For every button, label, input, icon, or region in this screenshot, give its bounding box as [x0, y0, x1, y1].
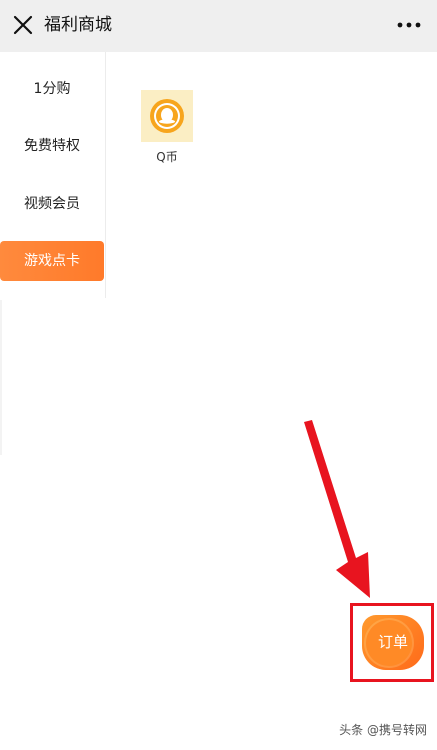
sidebar-item-label: 1分购 [33, 81, 71, 97]
order-button[interactable]: 订单 [362, 615, 424, 670]
sidebar-item-label: 游戏点卡 [24, 253, 80, 269]
red-arrow-annotation [304, 420, 370, 598]
welfare-mall-page: 福利商城 1分购 免费特权 视频会员 游戏点卡 Q币 订单 头条 @携号转网 [0, 0, 437, 750]
watermark-text: 头条 @携号转网 [339, 723, 427, 737]
sidebar-item-video-vip[interactable]: 视频会员 [0, 184, 104, 224]
product-icon-tile [141, 90, 193, 142]
sidebar-divider [105, 52, 106, 298]
sidebar-item-free-privilege[interactable]: 免费特权 [0, 126, 104, 166]
product-q-coin[interactable]: Q币 [141, 90, 193, 165]
more-dots-icon[interactable] [395, 12, 423, 38]
sidebar-item-label: 免费特权 [24, 138, 80, 154]
order-button-label: 订单 [377, 633, 408, 651]
close-icon[interactable] [10, 12, 36, 38]
left-edge-shade [0, 300, 2, 455]
sidebar-item-one-yuan[interactable]: 1分购 [0, 69, 104, 109]
page-title: 福利商城 [44, 15, 112, 35]
sidebar-item-label: 视频会员 [24, 196, 80, 212]
product-name: Q币 [156, 150, 178, 164]
header-bar: 福利商城 [0, 0, 437, 52]
sidebar-item-game-card[interactable]: 游戏点卡 [0, 241, 104, 281]
qq-coin-icon [150, 99, 184, 133]
category-sidebar: 1分购 免费特权 视频会员 游戏点卡 [0, 52, 105, 300]
